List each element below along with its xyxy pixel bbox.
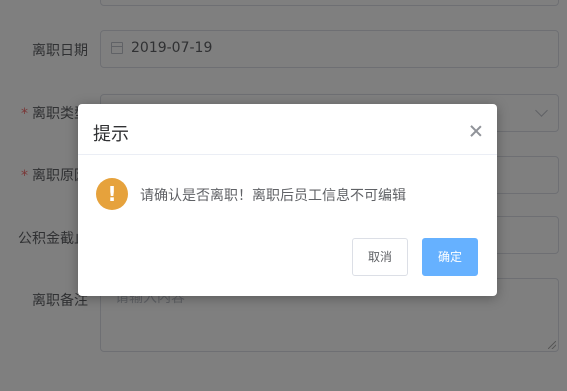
confirm-button[interactable]: 确定 <box>422 238 478 276</box>
cancel-button[interactable]: 取消 <box>352 238 408 276</box>
dialog-title: 提示 <box>93 124 129 145</box>
confirm-dialog: 提示 ! 请确认是否离职！离职后员工信息不可编辑 取消 确定 <box>78 104 497 296</box>
warning-icon: ! <box>96 178 128 210</box>
close-icon[interactable] <box>469 124 483 138</box>
dialog-message: 请确认是否离职！离职后员工信息不可编辑 <box>140 188 406 204</box>
dialog-divider <box>78 154 497 155</box>
